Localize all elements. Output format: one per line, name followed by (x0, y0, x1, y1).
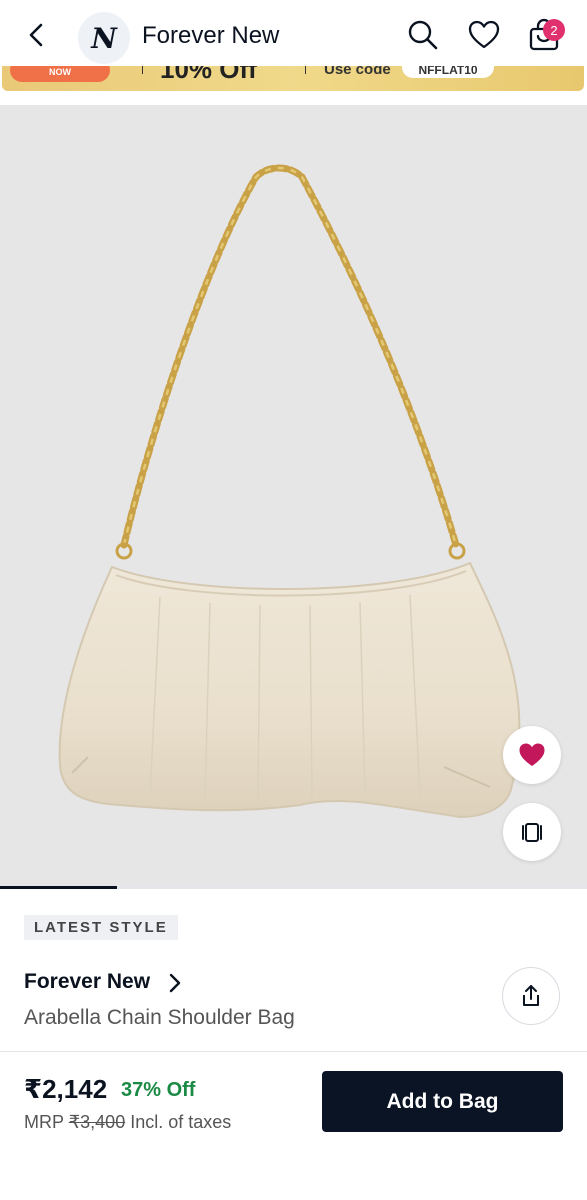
promo-code-label: Use code (324, 66, 391, 78)
brand-logo[interactable]: N (78, 12, 130, 64)
search-button[interactable] (406, 18, 440, 52)
section-divider (0, 1051, 587, 1052)
promo-offer: 10% Off (160, 66, 257, 84)
mrp-line: MRP ₹3,400 Incl. of taxes (24, 1112, 231, 1133)
bag-count-badge: 2 (543, 19, 565, 41)
latest-style-tag: LATEST STYLE (24, 915, 178, 940)
carousel-progress-indicator (0, 886, 117, 889)
similar-products-icon (522, 823, 542, 842)
brand-link[interactable]: Forever New (24, 970, 150, 994)
search-icon (408, 20, 438, 50)
promo-badge: NOW (10, 66, 110, 82)
product-title: Arabella Chain Shoulder Bag (24, 1006, 295, 1029)
share-icon (523, 985, 539, 1006)
selling-price: ₹2,142 (24, 1074, 108, 1104)
discount-percent: 37% Off (121, 1079, 196, 1101)
top-app-bar: N Forever New 2 (0, 0, 587, 66)
chevron-left-icon (29, 23, 43, 47)
mrp-label: MRP (24, 1112, 64, 1132)
add-to-bag-button[interactable]: Add to Bag (322, 1071, 563, 1132)
view-similar-button[interactable] (503, 803, 561, 861)
heart-filled-icon (519, 743, 545, 766)
product-image-carousel[interactable] (0, 105, 587, 887)
product-photo (58, 164, 521, 819)
chain-strap (120, 164, 460, 549)
mrp-value: ₹3,400 (68, 1112, 126, 1132)
heart-outline-icon (468, 20, 500, 49)
add-to-wishlist-button[interactable] (503, 726, 561, 784)
bag-body (58, 561, 521, 819)
wishlist-button[interactable] (467, 18, 501, 52)
share-button[interactable] (502, 967, 560, 1025)
tax-note: Incl. of taxes (130, 1112, 232, 1132)
chevron-right-icon (169, 973, 181, 993)
promo-code: NFFLAT10 (402, 66, 494, 78)
back-button[interactable] (22, 20, 52, 50)
promo-divider (305, 66, 306, 74)
promo-banner[interactable]: NOW 10% Off Use code NFFLAT10 (2, 66, 584, 91)
page-title: Forever New (142, 22, 280, 49)
promo-divider (142, 66, 143, 74)
brand-link-chevron[interactable] (166, 972, 184, 994)
